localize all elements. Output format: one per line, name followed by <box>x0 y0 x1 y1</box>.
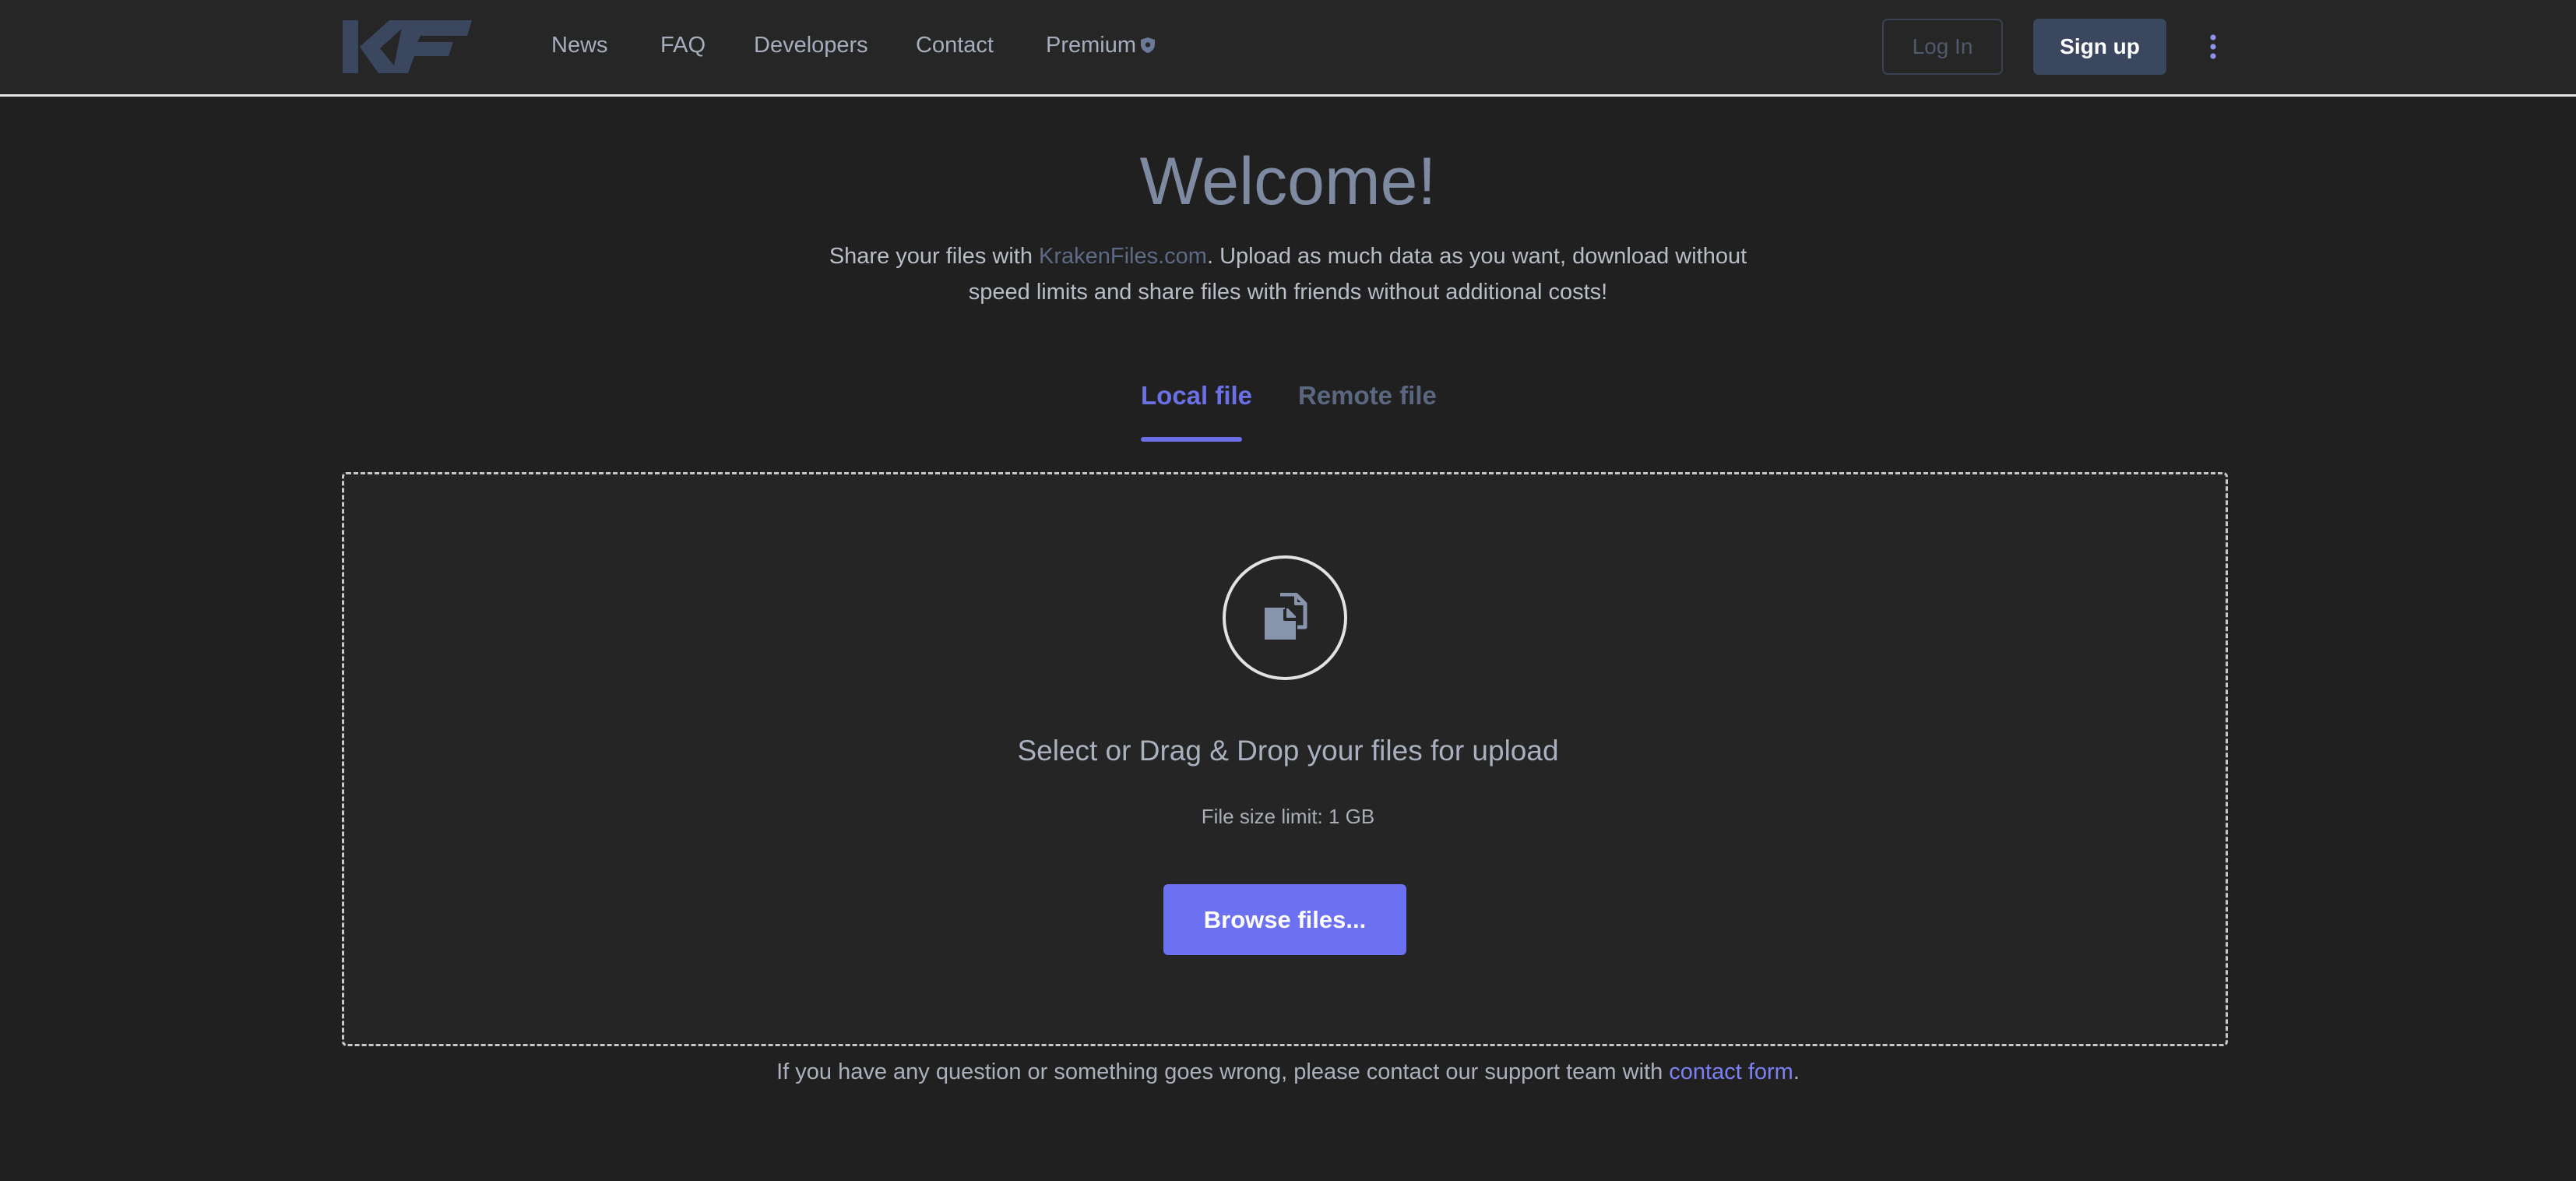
upload-instruction: Select or Drag & Drop your files for upl… <box>1017 735 1559 767</box>
nav-premium-label: Premium <box>1046 33 1137 58</box>
file-size-limit: File size limit: 1 GB <box>1201 805 1375 828</box>
support-note: If you have any question or something go… <box>0 1056 2576 1088</box>
nav-faq-link[interactable]: FAQ <box>660 31 706 59</box>
intro-text: Share your files with KrakenFiles.com. U… <box>821 238 1755 310</box>
intro-text-start: Share your files with <box>829 244 1039 269</box>
site-logo[interactable] <box>343 19 472 75</box>
active-tab-indicator <box>1141 437 1242 442</box>
nav-contact-link[interactable]: Contact <box>916 31 994 59</box>
top-navbar: News FAQ Developers Contact Premium Log … <box>0 0 2576 97</box>
tab-local-file[interactable]: Local file <box>1141 379 1252 413</box>
login-button[interactable]: Log In <box>1882 19 2003 75</box>
krakenfiles-link[interactable]: KrakenFiles.com <box>1039 244 1207 269</box>
page-title: Welcome! <box>1139 144 1437 219</box>
krakenfiles-logo-icon <box>343 20 472 73</box>
shield-icon <box>1141 37 1156 53</box>
kebab-menu-icon[interactable] <box>2201 33 2226 61</box>
support-note-period: . <box>1793 1059 1800 1084</box>
contact-form-link[interactable]: contact form <box>1669 1059 1793 1084</box>
nav-premium-link[interactable]: Premium <box>1046 31 1156 59</box>
tab-remote-file[interactable]: Remote file <box>1298 379 1437 413</box>
signup-button[interactable]: Sign up <box>2033 19 2166 75</box>
upload-icon-circle <box>1223 555 1347 680</box>
nav-developers-link[interactable]: Developers <box>754 31 868 59</box>
files-copy-icon <box>1265 593 1307 640</box>
nav-news-link[interactable]: News <box>551 31 608 59</box>
browse-files-button[interactable]: Browse files... <box>1163 884 1406 955</box>
support-note-text: If you have any question or something go… <box>776 1059 1670 1084</box>
